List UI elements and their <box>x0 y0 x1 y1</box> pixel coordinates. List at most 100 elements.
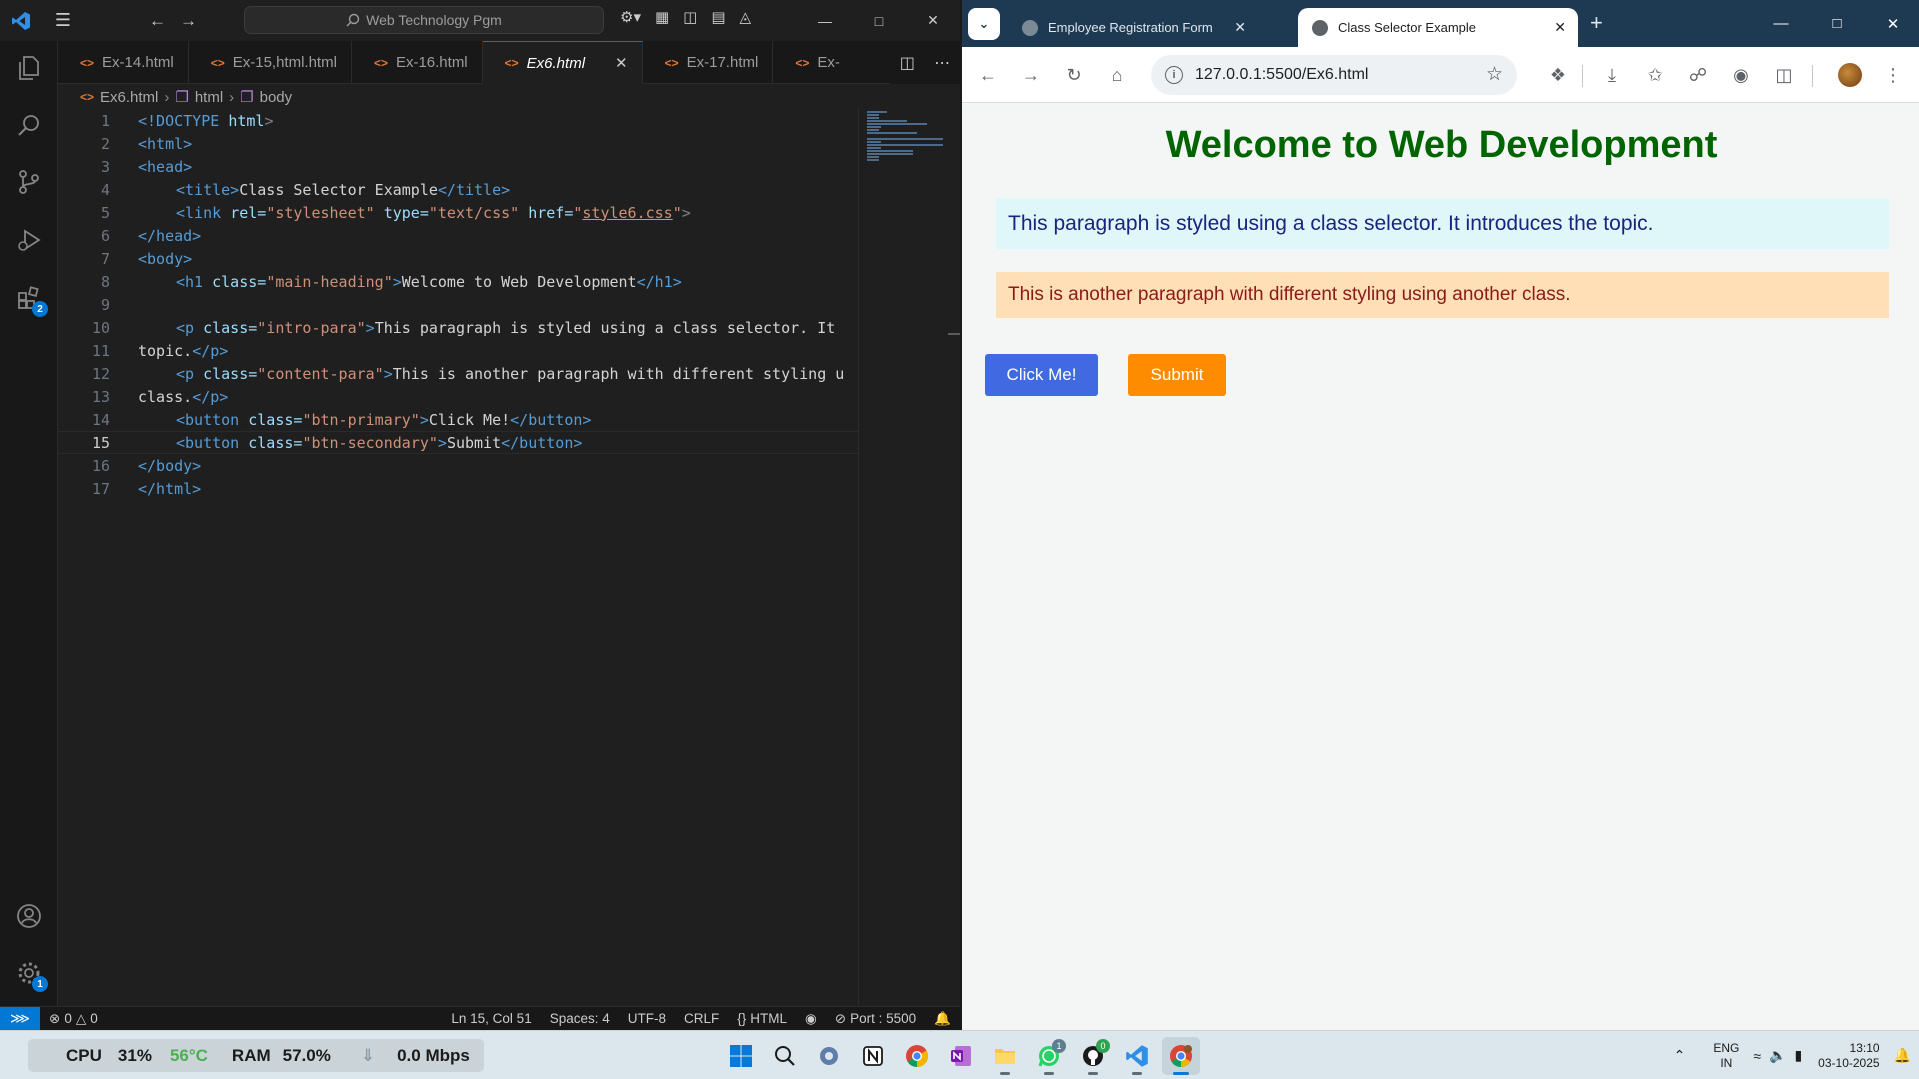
speaker-muted-icon[interactable]: 🔈 <box>1769 1047 1786 1064</box>
browser-tab-employee[interactable]: Employee Registration Form ✕ <box>1008 8 1258 47</box>
minimize-icon[interactable]: — <box>1753 0 1809 47</box>
notification-bell-icon[interactable]: 🔔 <box>1894 1047 1911 1064</box>
stylesheet-link[interactable]: style6.css <box>582 204 672 222</box>
toggle-panel-icon[interactable]: ▤ <box>711 8 725 26</box>
code-line: 17 </html> <box>58 477 858 500</box>
activity-bar: 2 1 <box>0 41 58 1006</box>
copilot-icon[interactable]: ⚙▾ <box>620 8 641 26</box>
submit-button[interactable]: Submit <box>1128 354 1226 396</box>
split-editor-icon[interactable]: ◫ <box>900 53 915 73</box>
remote-indicator-icon[interactable]: ⋙ <box>0 1006 40 1031</box>
address-bar[interactable]: i 127.0.0.1:5500/Ex6.html ☆ <box>1151 55 1517 95</box>
taskbar: CPU 31% 56°C RAM 57.0% ⇓ 0.0 Mbps 1 0 ⌃ … <box>0 1030 1919 1079</box>
command-center-search[interactable]: Web Technology Pgm <box>244 6 604 34</box>
new-tab-plus-icon[interactable]: + <box>1590 10 1603 36</box>
tab-ex-17[interactable]: <> Ex-17.html <box>643 41 774 84</box>
notifications-bell-icon[interactable]: 🔔 <box>925 1011 960 1027</box>
wifi-icon[interactable]: ≈ <box>1753 1048 1761 1064</box>
home-icon[interactable]: ⌂ <box>1103 61 1131 89</box>
more-menu-icon[interactable]: ⋮ <box>1879 61 1907 89</box>
tab-label: Ex-15,html.html <box>232 54 337 71</box>
more-actions-icon[interactable]: ⋯ <box>934 53 950 73</box>
chevron-up-icon[interactable]: ⌃ <box>1674 1047 1686 1064</box>
forward-arrow-icon[interactable]: → <box>1017 61 1045 89</box>
copilot-status-icon[interactable]: ◉ <box>796 1011 826 1027</box>
maximize-icon[interactable]: □ <box>852 0 906 41</box>
close-tab-icon[interactable]: ✕ <box>1554 19 1566 36</box>
github-icon[interactable]: 0 <box>1074 1037 1112 1075</box>
bookmark-star-icon[interactable]: ☆ <box>1486 63 1503 86</box>
tab-ex-16[interactable]: <> Ex-16.html <box>352 41 483 84</box>
source-control-icon[interactable] <box>12 165 46 199</box>
system-monitor-widget[interactable]: CPU 31% 56°C RAM 57.0% ⇓ 0.0 Mbps <box>28 1039 484 1072</box>
live-server-port[interactable]: ⊘ Port : 5500 <box>826 1011 925 1027</box>
tab-ex-14[interactable]: <> Ex-14.html <box>58 41 189 84</box>
problems-indicator[interactable]: ⊗ 0 △ 0 <box>40 1011 107 1027</box>
side-panel-icon[interactable]: ◫ <box>1770 61 1798 89</box>
minimap[interactable] <box>858 108 948 1006</box>
close-icon[interactable]: ✕ <box>906 0 960 41</box>
battery-icon[interactable]: ▮ <box>1794 1047 1802 1064</box>
cpu-temp: 56°C <box>169 1045 208 1065</box>
tab-ex6[interactable]: <> Ex6.html ✕ <box>482 41 643 84</box>
tab-ex-overflow[interactable]: <> Ex- <box>773 41 840 84</box>
click-me-button[interactable]: Click Me! <box>985 354 1098 396</box>
forward-arrow-icon[interactable]: → <box>180 11 197 31</box>
end-of-line[interactable]: CRLF <box>675 1011 728 1026</box>
tab-close-icon[interactable]: ✕ <box>615 54 628 72</box>
toggle-secondary-sidebar-icon[interactable]: ◬ <box>740 8 752 26</box>
reload-icon[interactable]: ↻ <box>1060 61 1088 89</box>
settings-gear-icon[interactable] <box>810 1037 848 1075</box>
profile-avatar[interactable] <box>1838 63 1862 87</box>
chrome-icon[interactable] <box>898 1037 936 1075</box>
cursor-position[interactable]: Ln 15, Col 51 <box>442 1011 540 1026</box>
onenote-icon[interactable] <box>942 1037 980 1075</box>
maximize-icon[interactable]: □ <box>1809 0 1865 47</box>
customize-layout-icon[interactable]: ▦ <box>655 8 669 26</box>
start-windows-icon[interactable] <box>722 1037 760 1075</box>
settings-gear-icon[interactable]: 1 <box>12 956 48 992</box>
minimize-icon[interactable]: — <box>798 0 852 41</box>
element-cube-icon: ❐ <box>240 89 254 106</box>
editor-scrollbar[interactable] <box>948 108 960 1006</box>
search-icon[interactable] <box>766 1037 804 1075</box>
breadcrumb-body[interactable]: body <box>260 89 293 106</box>
run-debug-icon[interactable] <box>12 223 46 257</box>
whatsapp-icon[interactable]: 1 <box>1030 1037 1068 1075</box>
close-icon[interactable]: ✕ <box>1865 0 1919 47</box>
extensions-puzzle-icon[interactable]: ❖ <box>1544 61 1572 89</box>
browser-tab-class-selector[interactable]: Class Selector Example ✕ <box>1298 8 1578 47</box>
breadcrumb-file[interactable]: Ex6.html <box>100 89 158 106</box>
search-icon[interactable] <box>12 109 46 143</box>
vscode-logo-icon[interactable] <box>0 0 41 41</box>
vscode-taskbar-icon[interactable] <box>1118 1037 1156 1075</box>
site-info-icon[interactable]: i <box>1165 66 1183 84</box>
indentation[interactable]: Spaces: 4 <box>541 1011 619 1026</box>
close-tab-icon[interactable]: ✕ <box>1234 19 1246 36</box>
screenshot-icon[interactable]: ◉ <box>1727 61 1755 89</box>
hamburger-menu-icon[interactable]: ☰ <box>41 0 85 41</box>
favorites-icon[interactable]: ✩ <box>1641 61 1669 89</box>
tab-search-chevron-icon[interactable]: ⌄ <box>968 8 1000 40</box>
code-editor[interactable]: 1 <!DOCTYPE html> 2 <html> 3 <head> 4 <t… <box>58 108 858 1006</box>
encoding[interactable]: UTF-8 <box>619 1011 675 1026</box>
url-text: 127.0.0.1:5500/Ex6.html <box>1195 66 1369 83</box>
notion-icon[interactable] <box>854 1037 892 1075</box>
link-icon[interactable]: ☍ <box>1684 61 1712 89</box>
language-indicator[interactable]: ENG IN <box>1713 1041 1739 1071</box>
back-arrow-icon[interactable]: ← <box>149 11 166 31</box>
toggle-primary-sidebar-icon[interactable]: ◫ <box>683 8 697 26</box>
tab-ex-15[interactable]: <> Ex-15,html.html <box>189 41 352 84</box>
extensions-icon[interactable]: 2 <box>12 281 48 317</box>
warning-icon: △ <box>75 1010 87 1026</box>
breadcrumb-html[interactable]: html <box>195 89 223 106</box>
file-explorer-icon[interactable] <box>986 1037 1024 1075</box>
download-icon[interactable]: ⤓ <box>1598 61 1626 89</box>
chrome-dev-icon[interactable] <box>1162 1037 1200 1075</box>
back-arrow-icon[interactable]: ← <box>974 61 1002 89</box>
code-line: 11 topic.</p> <box>58 339 858 362</box>
explorer-icon[interactable] <box>12 51 46 85</box>
accounts-icon[interactable] <box>12 899 46 933</box>
clock[interactable]: 13:10 03-10-2025 <box>1818 1041 1879 1071</box>
language-mode[interactable]: {} HTML <box>728 1011 796 1026</box>
